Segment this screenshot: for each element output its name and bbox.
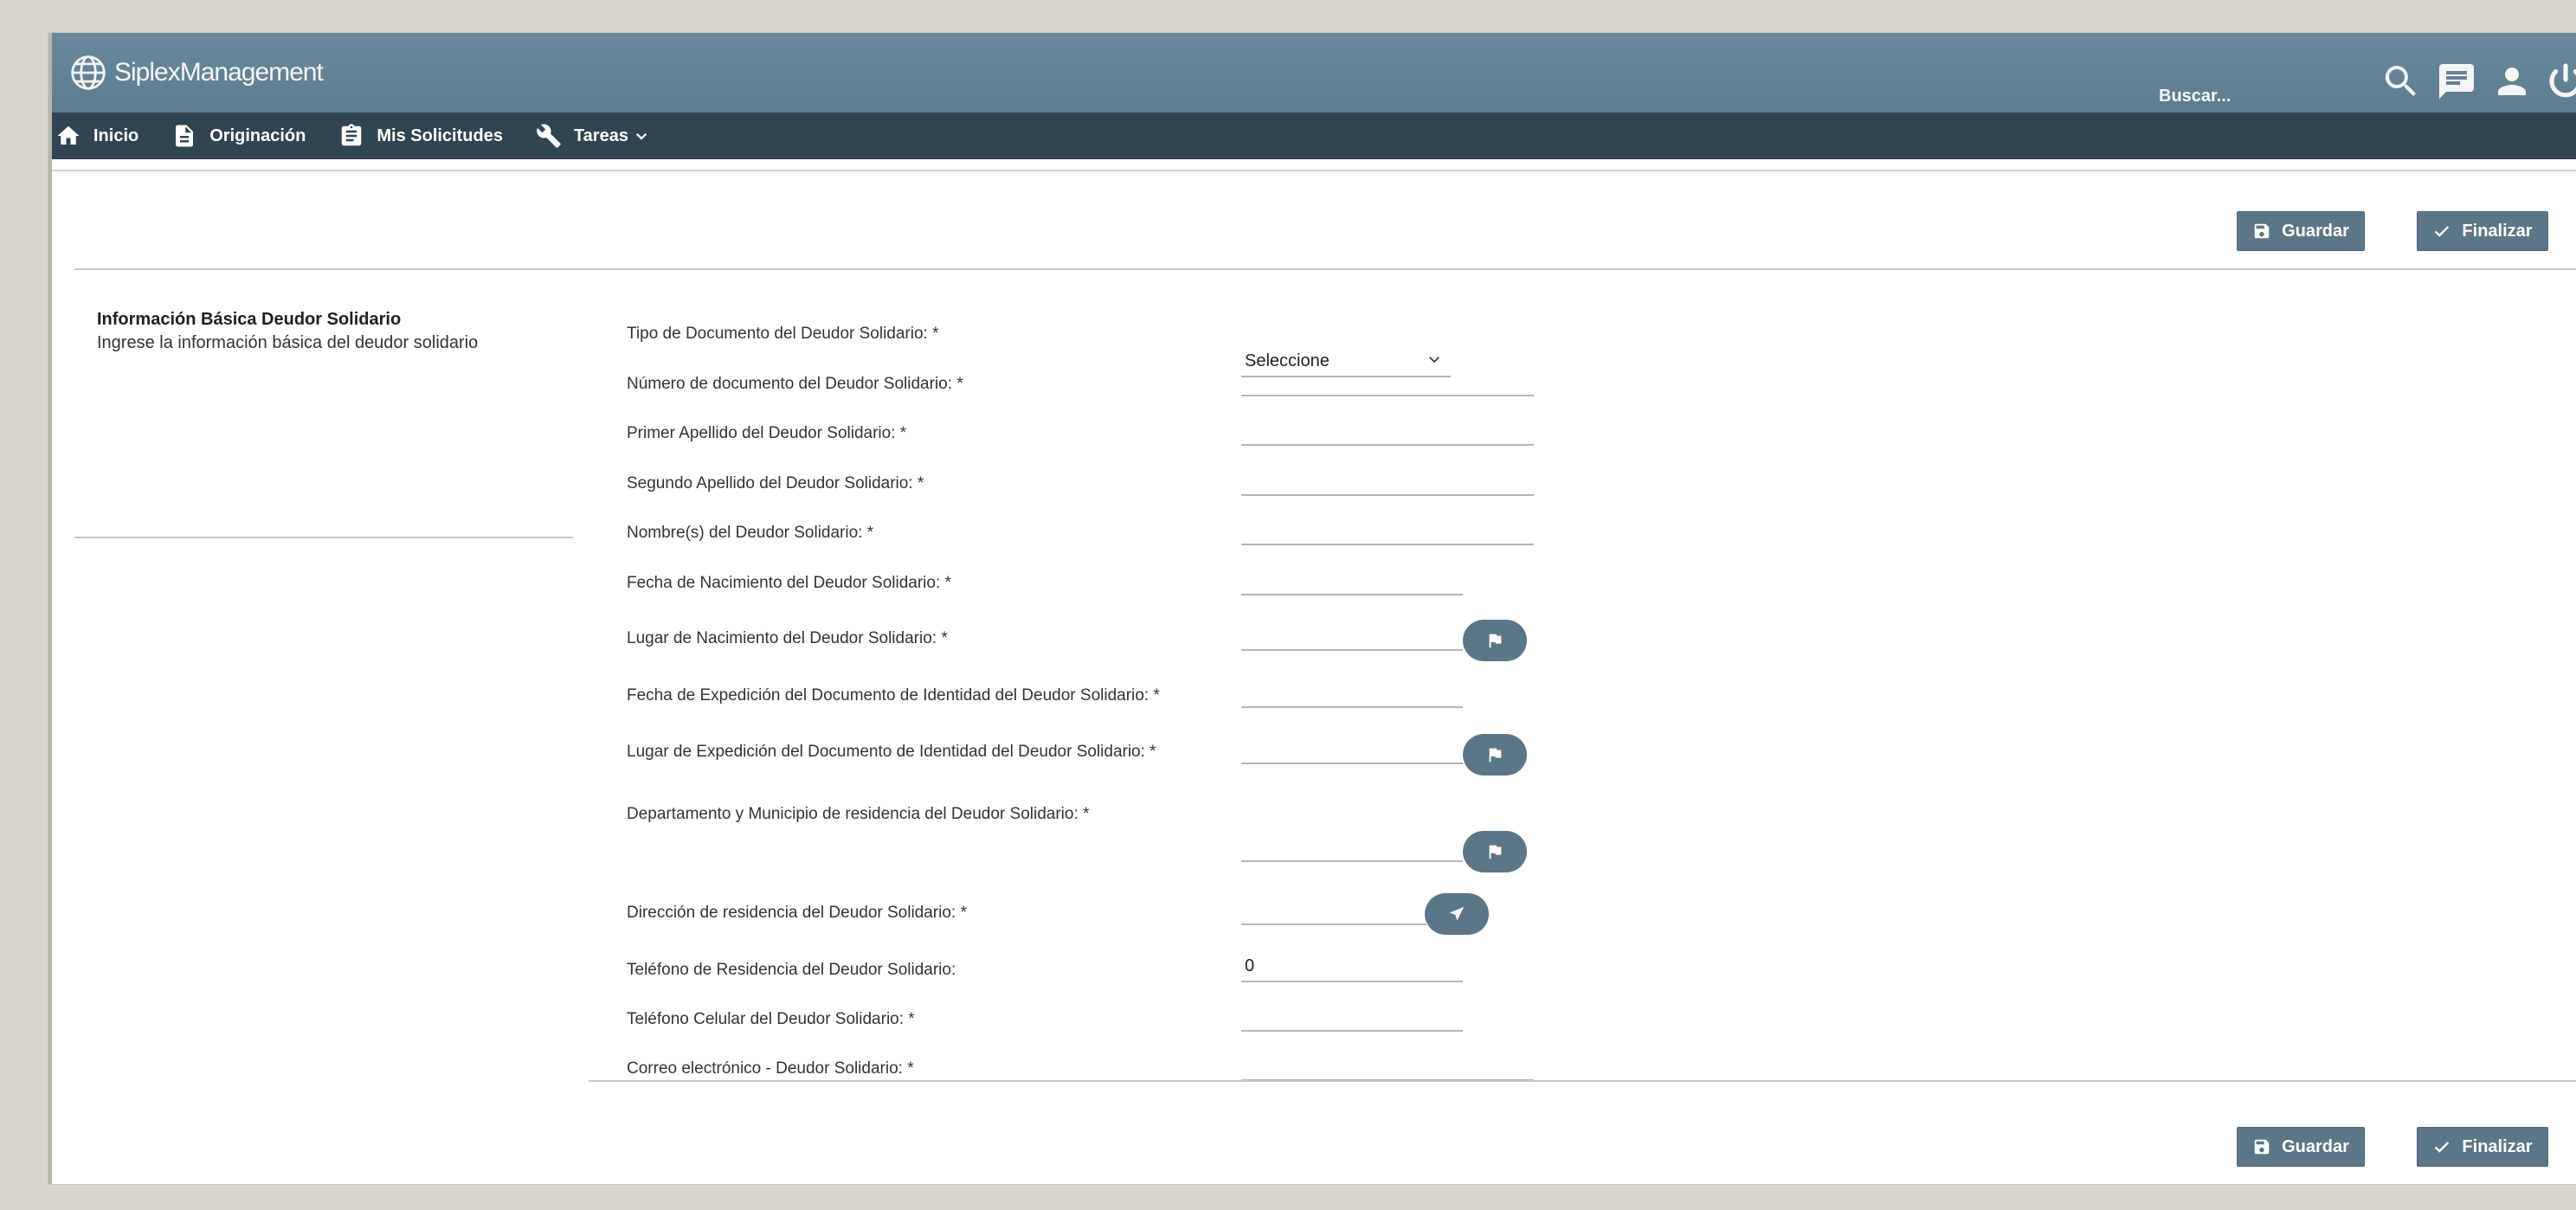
globe-icon	[71, 55, 106, 90]
finish-button-top[interactable]: Finalizar	[2417, 211, 2548, 251]
brand-logo[interactable]: SiplexManagement	[69, 50, 324, 95]
divider	[74, 268, 2576, 270]
app-window: SiplexManagement Inicio Originación	[48, 33, 2576, 1184]
nav-label: Inicio	[93, 126, 139, 145]
telefono-celular-field[interactable]	[1241, 1002, 1463, 1028]
user-icon[interactable]	[2491, 61, 2533, 102]
label-primer-apellido: Primer Apellido del Deudor Solidario: *	[627, 424, 907, 442]
nav-item-originacion[interactable]: Originación	[171, 123, 306, 149]
input-lugar-expedicion[interactable]	[1241, 735, 1463, 764]
main-nav: Inicio Originación Mis Solicitudes Tarea…	[52, 113, 2576, 159]
label-departamento-municipio: Departamento y Municipio de residencia d…	[627, 805, 1090, 823]
chevron-down-icon	[1429, 357, 1439, 364]
chat-icon[interactable]	[2436, 61, 2477, 102]
input-primer-apellido[interactable]	[1241, 416, 1534, 446]
input-telefono-celular[interactable]	[1241, 1002, 1463, 1032]
check-icon	[2435, 226, 2450, 237]
floppy-icon	[2254, 223, 2270, 239]
finish-label: Finalizar	[2462, 221, 2533, 241]
divider	[74, 537, 573, 538]
section-title: Información Básica Deudor Solidario	[97, 310, 402, 329]
search-icon[interactable]	[2380, 61, 2422, 102]
location-picker-button[interactable]	[1463, 620, 1527, 661]
input-telefono-residencia[interactable]	[1241, 953, 1463, 982]
label-segundo-apellido: Segundo Apellido del Deudor Solidario: *	[627, 474, 924, 492]
document-icon	[176, 125, 194, 147]
save-label: Guardar	[2282, 1136, 2349, 1156]
nav-label: Mis Solicitudes	[377, 126, 503, 145]
finish-label: Finalizar	[2462, 1136, 2533, 1156]
input-departamento-municipio[interactable]	[1241, 833, 1463, 862]
departamento-municipio-field[interactable]	[1241, 833, 1463, 859]
save-button-top[interactable]: Guardar	[2237, 211, 2365, 251]
nav-item-mis-solicitudes[interactable]: Mis Solicitudes	[338, 123, 503, 149]
home-icon	[57, 126, 80, 145]
nav-item-tareas[interactable]: Tareas	[536, 123, 649, 149]
label-numero-documento: Número de documento del Deudor Solidario…	[627, 375, 963, 393]
flag-icon	[1489, 845, 1502, 859]
telefono-residencia-field[interactable]	[1241, 953, 1463, 979]
power-icon[interactable]	[2545, 61, 2576, 102]
label-fecha-nacimiento: Fecha de Nacimiento del Deudor Solidario…	[627, 574, 951, 592]
label-lugar-expedicion: Lugar de Expedición del Documento de Ide…	[627, 743, 1156, 761]
input-numero-documento[interactable]	[1241, 367, 1534, 396]
location-picker-button[interactable]	[1463, 831, 1527, 872]
numero-documento-field[interactable]	[1241, 367, 1534, 393]
nav-label: Tareas	[573, 126, 628, 145]
label-correo: Correo electrónico - Deudor Solidario: *	[627, 1059, 914, 1078]
flag-icon	[1489, 748, 1502, 763]
label-lugar-nacimiento: Lugar de Nacimiento del Deudor Solidario…	[627, 629, 948, 647]
primer-apellido-field[interactable]	[1241, 416, 1534, 442]
correo-field[interactable]	[1241, 1052, 1534, 1078]
label-telefono-residencia: Teléfono de Residencia del Deudor Solida…	[627, 961, 956, 979]
segundo-apellido-field[interactable]	[1241, 467, 1534, 492]
finish-button-bottom[interactable]: Finalizar	[2417, 1127, 2548, 1167]
input-fecha-nacimiento[interactable]	[1241, 566, 1463, 595]
divider	[52, 170, 2576, 171]
address-picker-button[interactable]	[1425, 893, 1489, 935]
input-correo[interactable]	[1241, 1052, 1534, 1081]
wrench-icon	[537, 124, 561, 148]
clipboard-icon	[342, 124, 362, 146]
save-label: Guardar	[2282, 221, 2349, 241]
section-subtitle: Ingrese la información básica del deudor…	[97, 333, 479, 352]
search-input[interactable]	[2152, 78, 2377, 109]
label-direccion: Dirección de residencia del Deudor Solid…	[627, 904, 967, 922]
fecha-nacimiento-field[interactable]	[1241, 566, 1463, 592]
top-bar: SiplexManagement	[52, 33, 2576, 114]
label-fecha-expedicion: Fecha de Expedición del Documento de Ide…	[627, 686, 1160, 705]
search-box[interactable]	[2152, 78, 2377, 114]
floppy-icon	[2254, 1139, 2270, 1155]
label-nombres: Nombre(s) del Deudor Solidario: *	[627, 524, 874, 542]
direccion-field[interactable]	[1241, 896, 1426, 922]
navigation-arrow-icon	[1449, 906, 1465, 921]
nombres-field[interactable]	[1241, 516, 1534, 542]
save-button-bottom[interactable]: Guardar	[2237, 1127, 2365, 1167]
brand-name: SiplexManagement	[114, 58, 324, 87]
label-telefono-celular: Teléfono Celular del Deudor Solidario: *	[627, 1010, 915, 1028]
nav-label: Originación	[209, 126, 306, 145]
input-segundo-apellido[interactable]	[1241, 467, 1534, 496]
fecha-expedicion-field[interactable]	[1241, 679, 1463, 705]
lugar-expedicion-field[interactable]	[1241, 735, 1463, 761]
lugar-nacimiento-field[interactable]	[1241, 621, 1463, 647]
input-lugar-nacimiento[interactable]	[1241, 621, 1463, 651]
chevron-down-icon	[635, 132, 647, 140]
location-picker-button[interactable]	[1463, 734, 1527, 776]
divider	[589, 1080, 2576, 1082]
input-nombres[interactable]	[1241, 516, 1534, 545]
check-icon	[2435, 1142, 2450, 1153]
flag-icon	[1489, 634, 1502, 648]
label-tipo-documento: Tipo de Documento del Deudor Solidario: …	[627, 325, 939, 343]
input-fecha-expedicion[interactable]	[1241, 679, 1463, 708]
nav-item-inicio[interactable]: Inicio	[55, 123, 138, 149]
input-direccion[interactable]	[1241, 896, 1426, 925]
